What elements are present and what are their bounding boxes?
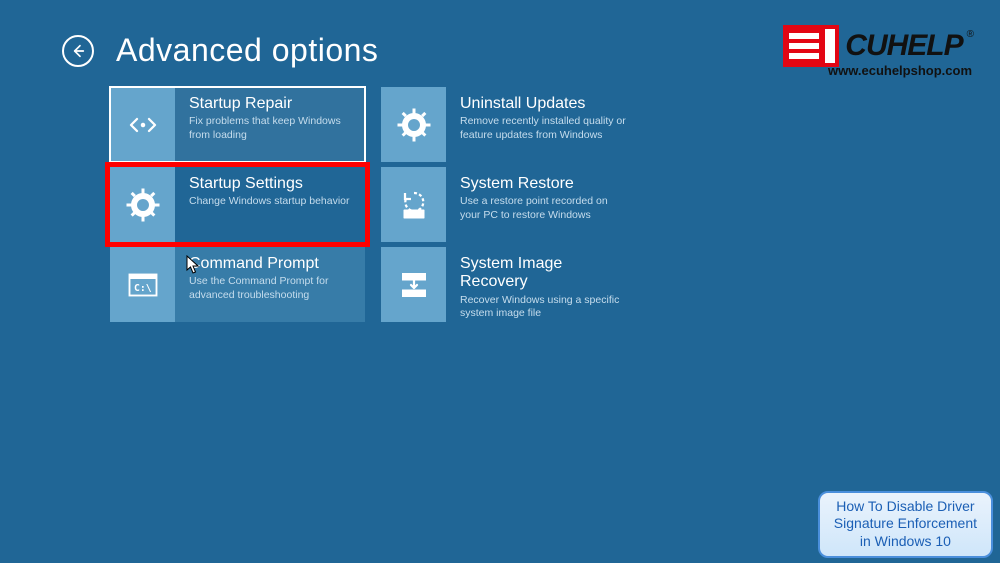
- option-startup-settings[interactable]: Startup Settings Change Windows startup …: [110, 167, 365, 242]
- tile-title: System Image Recovery: [460, 255, 626, 292]
- tile-title: System Restore: [460, 175, 626, 193]
- tile-desc: Recover Windows using a specific system …: [460, 294, 626, 321]
- watermark-logo: CUHELP ® www.ecuhelpshop.com: [783, 25, 972, 78]
- tile-desc: Use a restore point recorded on your PC …: [460, 195, 626, 222]
- tile-title: Startup Settings: [189, 175, 350, 193]
- registered-mark: ®: [967, 29, 974, 40]
- startup-repair-icon: [110, 87, 175, 162]
- video-caption-box: How To Disable Driver Signature Enforcem…: [818, 491, 993, 559]
- back-button[interactable]: [62, 35, 94, 67]
- caption-line: in Windows 10: [860, 533, 951, 549]
- tile-title: Command Prompt: [189, 255, 355, 273]
- tile-title: Uninstall Updates: [460, 95, 626, 113]
- tile-desc: Remove recently installed quality or fea…: [460, 115, 626, 142]
- caption-line: How To Disable Driver: [836, 498, 974, 514]
- svg-text:C:\: C:\: [134, 283, 152, 294]
- image-recovery-icon: [381, 247, 446, 322]
- command-prompt-icon: C:\: [110, 247, 175, 322]
- options-grid: Startup Repair Fix problems that keep Wi…: [0, 69, 1000, 322]
- tile-desc: Change Windows startup behavior: [189, 195, 350, 209]
- tile-title: Startup Repair: [189, 95, 355, 113]
- ecuhelp-e-icon: [783, 25, 839, 67]
- option-startup-repair[interactable]: Startup Repair Fix problems that keep Wi…: [110, 87, 365, 162]
- option-system-image-recovery[interactable]: System Image Recovery Recover Windows us…: [381, 247, 636, 322]
- page-title: Advanced options: [116, 32, 378, 69]
- back-arrow-icon: [70, 43, 86, 59]
- tile-desc: Use the Command Prompt for advanced trou…: [189, 275, 355, 302]
- gear-icon: [110, 167, 175, 242]
- caption-line: Signature Enforcement: [834, 515, 977, 531]
- restore-icon: [381, 167, 446, 242]
- option-uninstall-updates[interactable]: Uninstall Updates Remove recently instal…: [381, 87, 636, 162]
- option-system-restore[interactable]: System Restore Use a restore point recor…: [381, 167, 636, 242]
- gear-icon: [381, 87, 446, 162]
- tile-desc: Fix problems that keep Windows from load…: [189, 115, 355, 142]
- option-command-prompt[interactable]: C:\ Command Prompt Use the Command Promp…: [110, 247, 365, 322]
- watermark-brand: CUHELP: [845, 29, 962, 63]
